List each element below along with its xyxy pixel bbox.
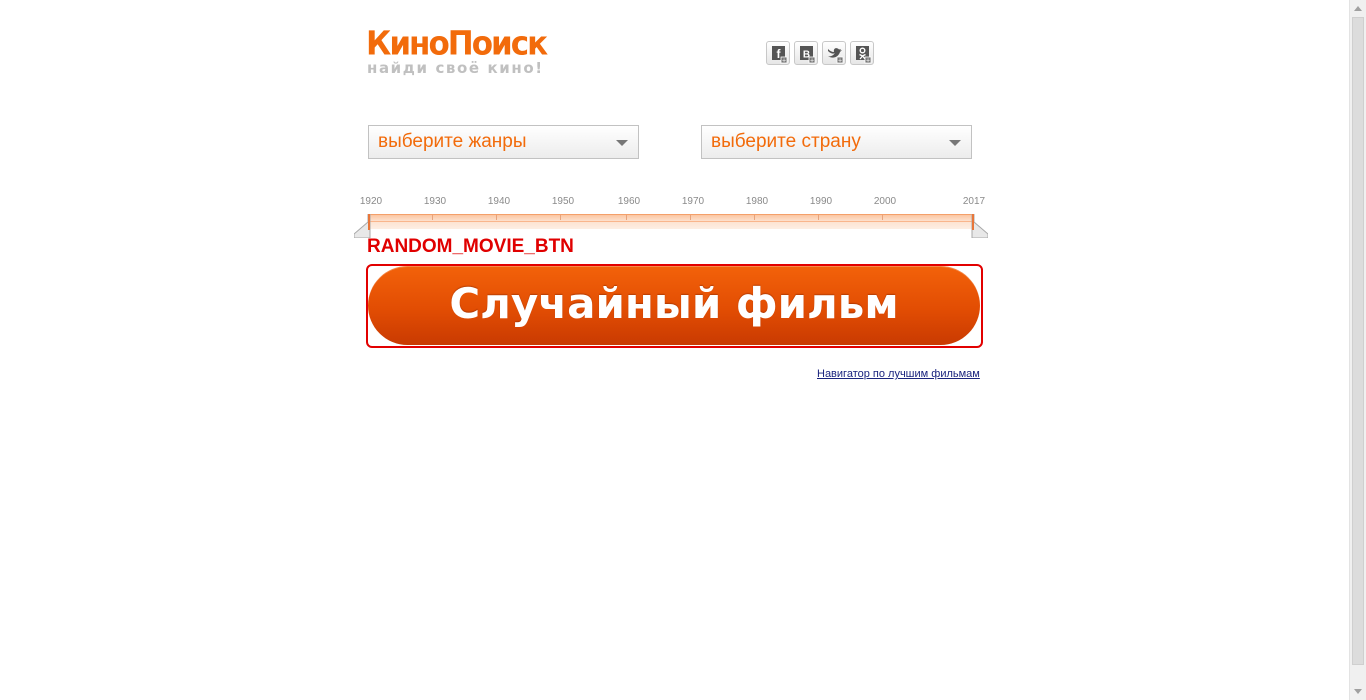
year-label: 1960: [617, 196, 641, 207]
year-label: 1930: [423, 196, 447, 207]
year-label: 1920: [359, 196, 383, 207]
vkontakte-share-button[interactable]: B +: [794, 41, 818, 65]
svg-text:+: +: [810, 58, 814, 65]
svg-text:+: +: [838, 58, 842, 65]
page: КиноПоиск найди своё кино! f + B + + + в…: [0, 0, 1349, 700]
slider-handle-right[interactable]: [970, 214, 988, 238]
chevron-down-icon: [616, 140, 628, 146]
random-movie-button[interactable]: Случайный фильм: [368, 266, 980, 345]
slider-tick: [690, 215, 691, 220]
country-select-label: выберите страну: [711, 131, 861, 152]
year-label: 2017: [962, 196, 986, 207]
scrollbar-thumb[interactable]: [1352, 17, 1364, 665]
facebook-icon: f +: [772, 46, 788, 65]
twitter-icon: +: [828, 48, 844, 65]
svg-text:+: +: [866, 58, 870, 65]
best-movies-navigator-link[interactable]: Навигатор по лучшим фильмам: [817, 368, 980, 380]
year-label: 1940: [487, 196, 511, 207]
year-label: 1990: [809, 196, 833, 207]
svg-text:+: +: [782, 58, 786, 65]
slider-tick: [818, 215, 819, 220]
vertical-scrollbar[interactable]: [1349, 0, 1366, 700]
slider-handle-left[interactable]: [354, 214, 372, 238]
facebook-share-button[interactable]: f +: [766, 41, 790, 65]
slider-tick: [432, 215, 433, 220]
slider-tick: [496, 215, 497, 220]
slider-tick: [626, 215, 627, 220]
slider-track-line: [368, 221, 973, 222]
social-share-bar: f + B + + +: [766, 41, 874, 65]
logo-name: КиноПоиск: [366, 25, 548, 63]
vkontakte-icon: B +: [800, 46, 816, 65]
year-label: 1980: [745, 196, 769, 207]
genre-select[interactable]: выберите жанры: [368, 125, 639, 159]
slider-tick: [882, 215, 883, 220]
slider-tick: [754, 215, 755, 220]
kinopoisk-logo[interactable]: КиноПоиск найди своё кино!: [366, 25, 548, 76]
odnoklassniki-share-button[interactable]: +: [850, 41, 874, 65]
chevron-down-icon: [949, 140, 961, 146]
year-label: 2000: [873, 196, 897, 207]
twitter-share-button[interactable]: +: [822, 41, 846, 65]
scroll-down-arrow-icon[interactable]: [1350, 683, 1366, 700]
genre-select-label: выберите жанры: [378, 131, 527, 152]
year-label: 1950: [551, 196, 575, 207]
annotation-label: RANDOM_MOVIE_BTN: [367, 236, 574, 257]
year-range-slider[interactable]: 1920 1930 1940 1950 1960 1970 1980 1990 …: [354, 192, 988, 242]
year-label: 1970: [681, 196, 705, 207]
country-select[interactable]: выберите страну: [701, 125, 972, 159]
slider-tick: [560, 215, 561, 220]
scroll-up-arrow-icon[interactable]: [1350, 0, 1366, 17]
odnoklassniki-icon: +: [856, 46, 872, 65]
